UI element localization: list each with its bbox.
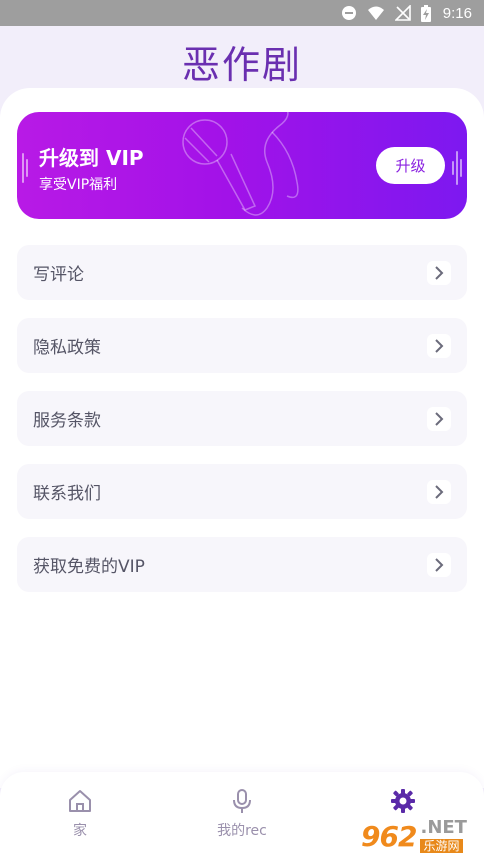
chevron-right-icon — [427, 479, 451, 504]
page-title: 恶作剧 — [181, 43, 302, 87]
chevron-right-icon — [427, 333, 451, 358]
menu-item-privacy-policy[interactable]: 隐私政策 — [17, 318, 467, 373]
menu-item-label: 写评论 — [33, 265, 84, 285]
settings-icon — [391, 789, 415, 813]
chevron-right-icon — [427, 260, 451, 285]
menu-item-contact-us[interactable]: 联系我们 — [17, 464, 467, 519]
menu-item-free-vip[interactable]: 获取免费的VIP — [17, 537, 467, 592]
wifi-icon — [367, 6, 384, 20]
menu-item-label: 服务条款 — [33, 411, 101, 431]
vip-subtitle: 享受VIP福利 — [39, 177, 118, 193]
home-icon — [69, 790, 91, 812]
chevron-right-icon — [427, 552, 451, 577]
menu-item-label: 获取免费的VIP — [33, 557, 145, 577]
battery-charging-icon — [420, 4, 431, 22]
status-time: 9:16 — [442, 4, 472, 22]
vip-title: 升级到 VIP — [39, 146, 144, 170]
microphone-icon — [233, 789, 251, 813]
watermark-domain: .NET — [420, 817, 467, 838]
tab-my-recordings[interactable]: 我的rec — [182, 788, 302, 848]
menu-item-label: 隐私政策 — [33, 338, 101, 358]
menu-item-label: 联系我们 — [33, 484, 101, 504]
vip-card[interactable]: 升级到 VIP 享受VIP福利 升级 — [17, 112, 467, 219]
tab-home-label: 家 — [73, 823, 87, 839]
watermark-logo: 962 .NET 乐游网 — [346, 815, 482, 857]
status-bar: 9:16 — [0, 0, 484, 26]
upgrade-button[interactable]: 升级 — [376, 147, 445, 184]
dnd-icon — [341, 6, 356, 20]
chevron-right-icon — [427, 406, 451, 431]
no-signal-icon — [394, 5, 411, 21]
main-content: 升级到 VIP 享受VIP福利 升级 写评论 隐私政策 服务条款 联系我们 获取… — [0, 88, 484, 788]
tab-my-recordings-label: 我的rec — [217, 823, 267, 839]
tab-home[interactable]: 家 — [20, 788, 140, 848]
watermark-number: 962 — [361, 819, 417, 853]
menu-item-terms-of-service[interactable]: 服务条款 — [17, 391, 467, 446]
watermark-cn-text: 乐游网 — [420, 839, 463, 853]
menu-item-write-review[interactable]: 写评论 — [17, 245, 467, 300]
